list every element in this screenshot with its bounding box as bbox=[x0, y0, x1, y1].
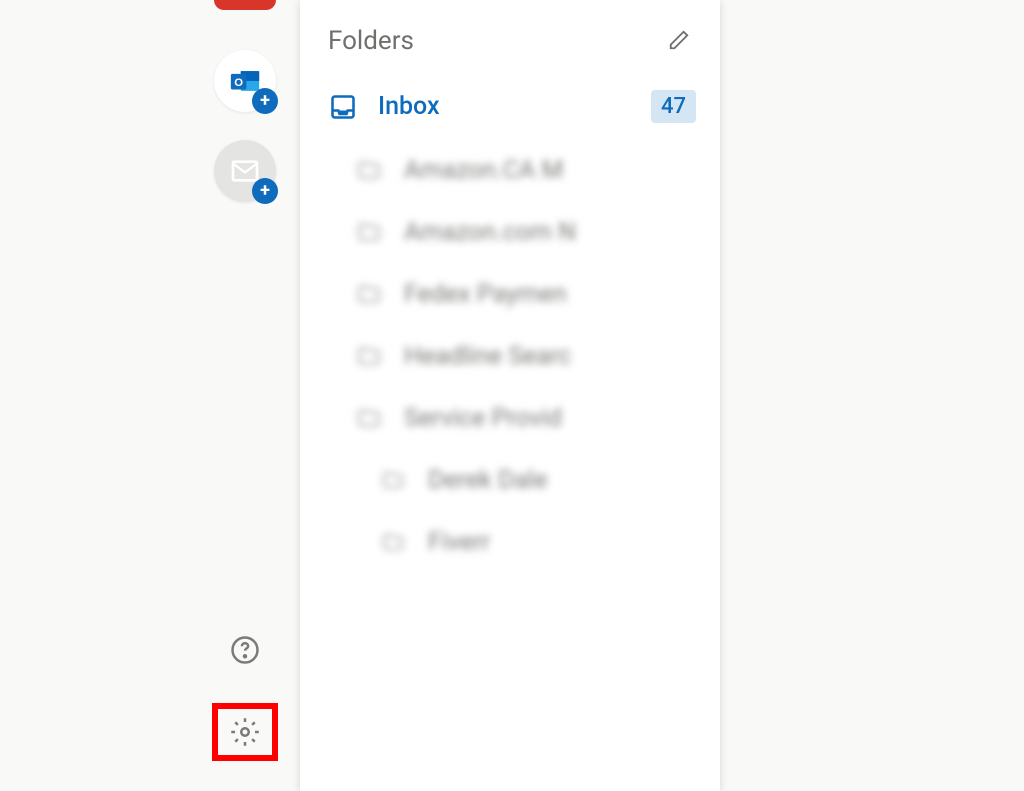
settings-button[interactable] bbox=[228, 715, 262, 749]
folder-label: Fiverr bbox=[428, 528, 696, 557]
unread-badge: 47 bbox=[651, 90, 696, 123]
folder-item[interactable]: Fiverr bbox=[300, 511, 720, 573]
folder-label: Derek Dale bbox=[428, 466, 696, 495]
folder-label: Inbox bbox=[378, 92, 631, 121]
folder-item[interactable]: Fedex Paymen bbox=[300, 263, 720, 325]
plus-icon: + bbox=[260, 92, 270, 110]
folder-label: Headline Searc bbox=[404, 342, 696, 371]
folder-icon bbox=[354, 217, 384, 247]
edit-folders-button[interactable] bbox=[668, 29, 692, 53]
folder-item[interactable]: Headline Searc bbox=[300, 325, 720, 387]
folder-icon bbox=[378, 465, 408, 495]
folder-icon bbox=[354, 279, 384, 309]
svg-text:O: O bbox=[234, 77, 243, 89]
add-mail-badge[interactable]: + bbox=[252, 178, 278, 204]
inbox-icon bbox=[328, 92, 358, 122]
folder-label: Fedex Paymen bbox=[404, 280, 696, 309]
folder-item[interactable]: Amazon.CA M bbox=[300, 139, 720, 201]
sidebar-rail: O + + bbox=[190, 0, 300, 791]
add-account-badge[interactable]: + bbox=[252, 88, 278, 114]
account-avatar[interactable] bbox=[214, 0, 276, 10]
folder-icon bbox=[354, 341, 384, 371]
outlook-app-icon[interactable]: O + bbox=[214, 50, 276, 112]
folder-label: Amazon.com N bbox=[404, 218, 696, 247]
app-container: O + + bbox=[190, 0, 720, 791]
folders-title: Folders bbox=[328, 26, 414, 56]
help-button[interactable] bbox=[228, 633, 262, 667]
folder-item[interactable]: Amazon.com N bbox=[300, 201, 720, 263]
gear-icon bbox=[230, 717, 260, 747]
folders-panel: Folders Inbox 47 Amazon.CA M bbox=[300, 0, 720, 791]
folder-icon bbox=[354, 155, 384, 185]
folder-label: Service Provid bbox=[404, 404, 696, 433]
folders-header: Folders bbox=[300, 0, 720, 74]
folder-inbox[interactable]: Inbox 47 bbox=[300, 74, 720, 139]
pencil-icon bbox=[668, 29, 690, 51]
rail-bottom bbox=[190, 633, 300, 761]
folder-item[interactable]: Service Provid bbox=[300, 387, 720, 449]
folder-label: Amazon.CA M bbox=[404, 156, 696, 185]
plus-icon: + bbox=[260, 182, 270, 200]
folder-icon bbox=[354, 403, 384, 433]
question-circle-icon bbox=[230, 635, 260, 665]
folder-item[interactable]: Derek Dale bbox=[300, 449, 720, 511]
mail-app-icon[interactable]: + bbox=[214, 140, 276, 202]
folder-icon bbox=[378, 527, 408, 557]
settings-highlight bbox=[212, 703, 278, 761]
